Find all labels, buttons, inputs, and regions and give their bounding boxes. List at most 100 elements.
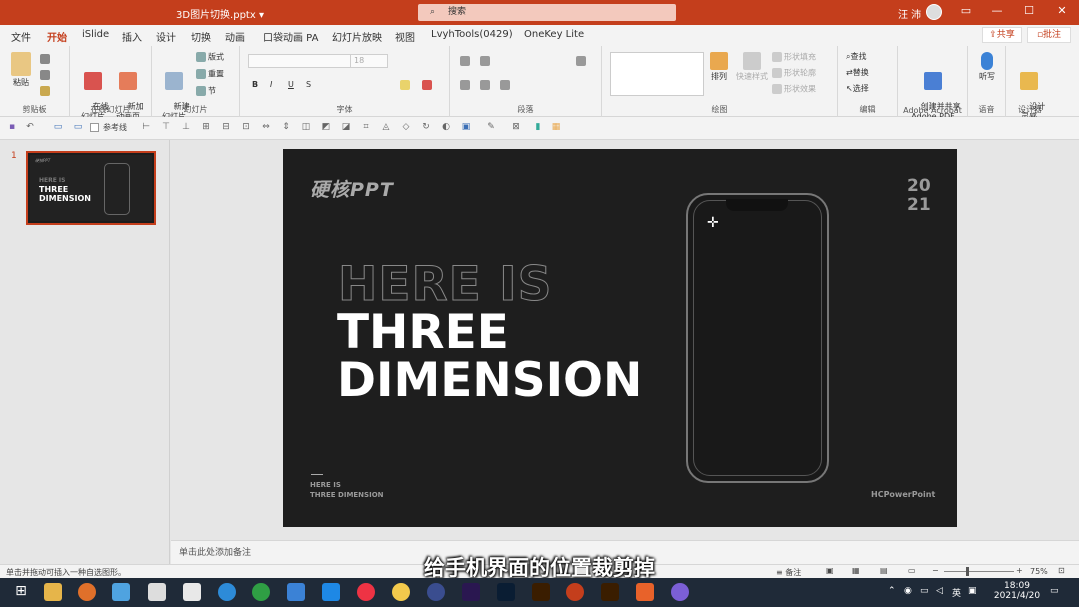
powerpoint-icon[interactable]: [566, 583, 584, 601]
numbering-icon[interactable]: [480, 56, 490, 66]
highlight-icon[interactable]: [400, 80, 410, 90]
share-button[interactable]: ⇪共享: [982, 27, 1022, 43]
intersect-icon[interactable]: ◩: [320, 122, 332, 134]
italic-button[interactable]: I: [270, 80, 272, 90]
undo-icon[interactable]: ↶: [24, 122, 36, 134]
line-color-icon[interactable]: ▣: [460, 122, 472, 134]
strikethrough-button[interactable]: S: [306, 80, 311, 90]
tray-icon-1[interactable]: ◉: [904, 586, 912, 596]
app-icon-7[interactable]: [252, 583, 270, 601]
illustrator-icon[interactable]: [532, 583, 550, 601]
combine-icon[interactable]: ◬: [380, 122, 392, 134]
tab-lvyhtools[interactable]: LvyhTools(0429): [431, 29, 513, 40]
match-width-icon[interactable]: ⇔: [260, 122, 272, 134]
app-icon-4[interactable]: [148, 583, 166, 601]
tray-expand-icon[interactable]: ⌃: [888, 586, 896, 596]
rotate-icon[interactable]: ↻: [420, 122, 432, 134]
align-center-icon[interactable]: [480, 80, 490, 90]
crop-icon[interactable]: ⌗: [360, 122, 372, 134]
pen-icon[interactable]: ✎: [485, 122, 497, 134]
align-tool-icon[interactable]: ⊢: [140, 122, 152, 134]
app-icon-6[interactable]: [218, 583, 236, 601]
app-icon-18[interactable]: [636, 583, 654, 601]
format-shape-icon[interactable]: ▦: [550, 122, 562, 134]
eyedropper-icon[interactable]: ▮: [532, 122, 544, 134]
tab-design[interactable]: 设计: [156, 29, 176, 44]
slideshow-icon[interactable]: ▭: [52, 122, 64, 134]
paste-button[interactable]: 粘贴: [6, 52, 36, 88]
select-button[interactable]: ↖选择: [846, 84, 869, 94]
font-color-icon[interactable]: [422, 80, 432, 90]
bold-button[interactable]: B: [252, 80, 258, 90]
app-icon-3[interactable]: [112, 583, 130, 601]
underline-button[interactable]: U: [288, 80, 294, 90]
comments-button[interactable]: ▫批注: [1027, 27, 1071, 43]
ime-indicator[interactable]: 英: [952, 586, 961, 599]
shapes-gallery[interactable]: [610, 52, 704, 96]
volume-icon[interactable]: ◁: [936, 586, 943, 596]
slide-canvas[interactable]: 硬核PPT 20 21 HERE IS THREE DIMENSION HERE…: [283, 149, 957, 527]
file-explorer-icon[interactable]: [44, 583, 62, 601]
title-line-1[interactable]: THREE: [337, 305, 509, 360]
tray-icon-2[interactable]: ▣: [968, 586, 977, 596]
app-icon-8[interactable]: [287, 583, 305, 601]
find-button[interactable]: ⌕查找: [846, 52, 866, 62]
search-box[interactable]: ⌕ 搜索: [418, 4, 676, 21]
fragment-icon[interactable]: ◇: [400, 122, 412, 134]
app-icon-9[interactable]: [322, 583, 340, 601]
phone-image[interactable]: ✛: [686, 193, 829, 483]
save-icon[interactable]: ▪: [6, 122, 18, 134]
tab-view[interactable]: 视图: [395, 29, 415, 44]
copy-icon[interactable]: [40, 70, 50, 80]
align-top-icon[interactable]: ⊥: [180, 122, 192, 134]
app-icon-12[interactable]: [427, 583, 445, 601]
tab-animations[interactable]: 动画: [225, 29, 245, 44]
title-line-2[interactable]: DIMENSION: [337, 353, 642, 408]
document-title[interactable]: 3D图片切换.pptx ▾: [176, 6, 264, 21]
present-icon[interactable]: ▭: [72, 122, 84, 134]
tab-file[interactable]: 文件: [11, 29, 31, 44]
align-left-icon[interactable]: [460, 80, 470, 90]
bullets-icon[interactable]: [460, 56, 470, 66]
slide-thumbnail-1[interactable]: 硬核PPT HERE IS THREE DIMENSION: [26, 151, 156, 225]
tab-onekey-lite[interactable]: OneKey Lite: [524, 29, 584, 40]
align-bottom-icon[interactable]: ⊞: [200, 122, 212, 134]
group-icon[interactable]: ⊟: [220, 122, 232, 134]
illustrator-icon-2[interactable]: [601, 583, 619, 601]
app-icon-5[interactable]: [183, 583, 201, 601]
user-name[interactable]: 汪 沛: [898, 6, 921, 21]
close-button[interactable]: ✕: [1052, 4, 1072, 17]
shape-outline-button[interactable]: 形状轮廓: [772, 68, 816, 79]
photoshop-icon[interactable]: [497, 583, 515, 601]
avatar[interactable]: [926, 4, 942, 20]
distribute-icon[interactable]: ⊤: [160, 122, 172, 134]
dictate-button[interactable]: 听写: [974, 52, 1000, 82]
section-button[interactable]: 节: [196, 86, 216, 97]
tab-transitions[interactable]: 切换: [191, 29, 211, 44]
quick-styles-button[interactable]: 快速样式: [734, 52, 770, 82]
subtract-icon[interactable]: ◪: [340, 122, 352, 134]
app-icon-19[interactable]: [671, 583, 689, 601]
start-icon[interactable]: ⊞: [12, 583, 30, 601]
tab-pocket-animation[interactable]: 口袋动画 PA: [263, 29, 318, 44]
maximize-button[interactable]: ☐: [1019, 4, 1039, 17]
arrange-button[interactable]: 排列: [706, 52, 732, 82]
tab-insert[interactable]: 插入: [122, 29, 142, 44]
ungroup-icon[interactable]: ⊡: [240, 122, 252, 134]
layout-button[interactable]: 版式: [196, 52, 224, 63]
network-icon[interactable]: ▭: [920, 586, 929, 596]
font-size-select[interactable]: 18: [350, 54, 388, 68]
replace-button[interactable]: ⇄替换: [846, 68, 869, 78]
shape-effects-button[interactable]: 形状效果: [772, 84, 816, 95]
align-right-icon[interactable]: [500, 80, 510, 90]
reset-button[interactable]: 重置: [196, 69, 224, 80]
clock[interactable]: 18:09 2021/4/20: [993, 581, 1041, 601]
tab-islide[interactable]: iSlide: [82, 29, 109, 40]
search-app-icon[interactable]: [78, 583, 96, 601]
outline-title[interactable]: HERE IS: [337, 257, 552, 313]
after-effects-icon[interactable]: [462, 583, 480, 601]
shape-fill-button[interactable]: 形状填充: [772, 52, 816, 63]
cut-icon[interactable]: [40, 54, 50, 64]
fill-color-icon[interactable]: ◐: [440, 122, 452, 134]
notification-icon[interactable]: ▭: [1050, 586, 1059, 596]
